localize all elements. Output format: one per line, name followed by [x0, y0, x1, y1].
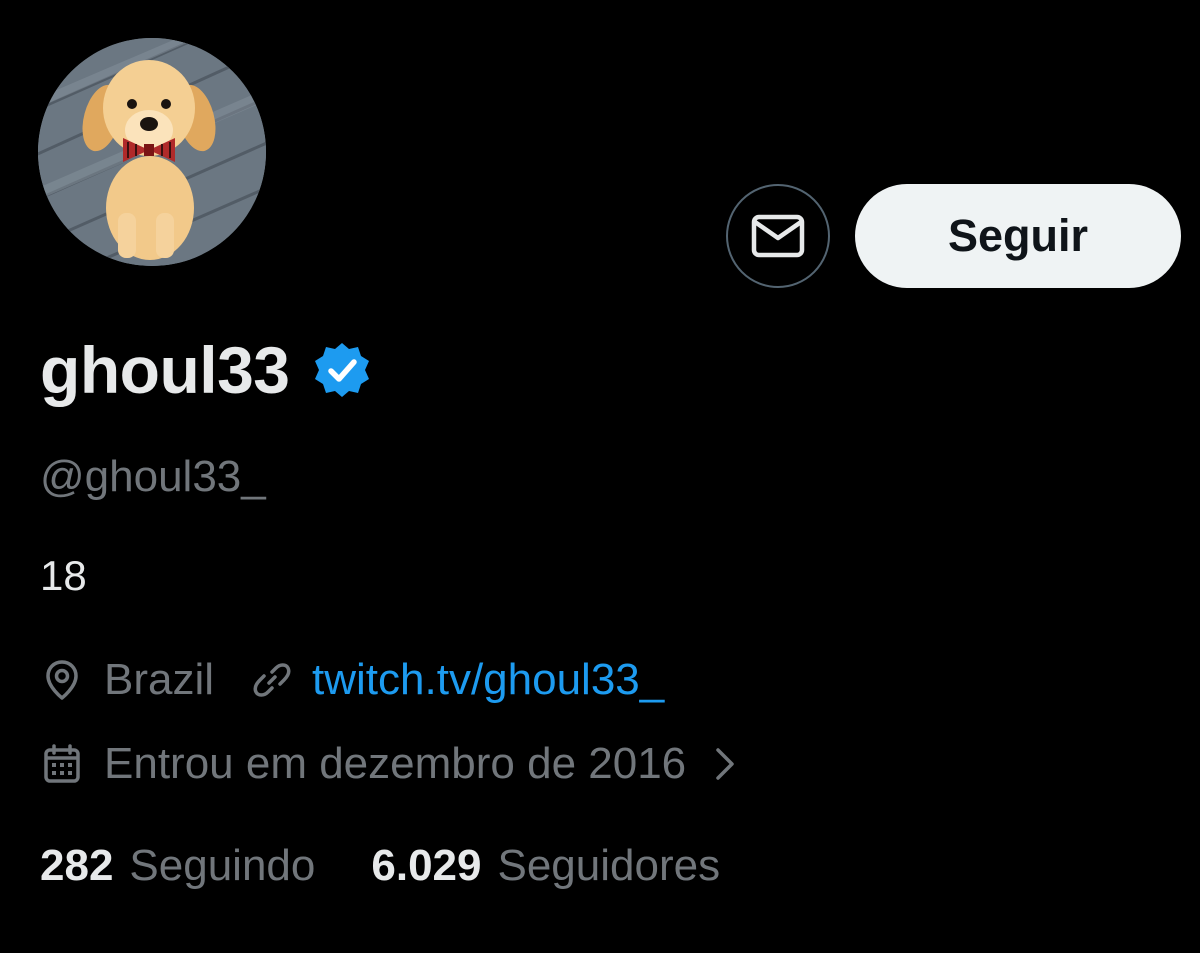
follow-stats: 282 Seguindo 6.029 Seguidores — [40, 838, 720, 894]
display-name: ghoul33 — [40, 333, 290, 407]
message-button[interactable] — [726, 184, 830, 288]
followers-stat[interactable]: 6.029 Seguidores — [371, 841, 720, 891]
verified-badge-icon[interactable] — [312, 340, 372, 400]
profile-meta-location-website: Brazil twitch.tv/ghoul33_ — [40, 652, 664, 708]
profile-avatar[interactable] — [38, 38, 266, 266]
puppy-photo — [38, 38, 266, 266]
followers-label: Seguidores — [497, 841, 721, 890]
followers-count: 6.029 — [371, 841, 482, 890]
profile-bio: 18 — [40, 552, 87, 599]
user-handle: @ghoul33_ — [40, 452, 266, 501]
follow-button[interactable]: Seguir — [855, 184, 1181, 288]
following-count: 282 — [40, 841, 114, 890]
profile-meta-joined[interactable]: Entrou em dezembro de 2016 — [40, 736, 750, 792]
location-pin-icon — [40, 658, 84, 702]
location-text: Brazil — [104, 655, 215, 704]
name-row: ghoul33 — [40, 330, 372, 410]
chevron-right-icon — [714, 742, 750, 786]
joined-date-text: Entrou em dezembro de 2016 — [104, 739, 687, 788]
calendar-icon — [40, 742, 84, 786]
following-stat[interactable]: 282 Seguindo — [40, 841, 315, 891]
following-label: Seguindo — [129, 841, 316, 890]
website-link[interactable]: twitch.tv/ghoul33_ — [312, 655, 664, 705]
link-icon — [250, 658, 294, 702]
envelope-icon — [751, 214, 805, 258]
